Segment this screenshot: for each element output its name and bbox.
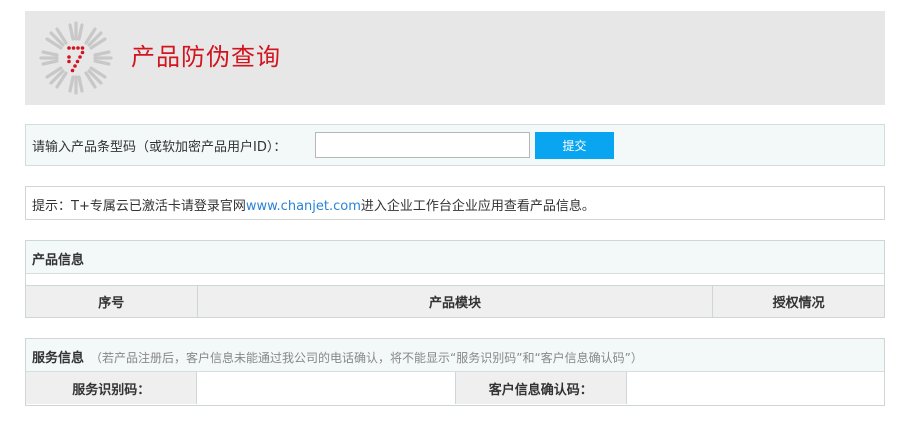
product-info-header: 产品信息 xyxy=(26,241,884,274)
service-info-panel: 服务信息 （若产品注册后，客户信息未能通过我公司的电话确认，将不能显示“服务识别码… xyxy=(25,338,885,406)
page-banner: 产品防伪查询 xyxy=(25,11,885,105)
service-info-note: （若产品注册后，客户信息未能通过我公司的电话确认，将不能显示“服务识别码”和“客… xyxy=(90,351,643,365)
product-info-empty-row xyxy=(26,274,884,286)
chanjet-logo-icon xyxy=(39,21,113,95)
notice-box: 提示：T+专属云已激活卡请登录官网www.chanjet.com进入企业工作台企… xyxy=(25,186,885,220)
service-info-title: 服务信息 （若产品注册后，客户信息未能通过我公司的电话确认，将不能显示“服务识别码… xyxy=(32,347,643,366)
barcode-input[interactable] xyxy=(315,132,530,158)
query-form: 请输入产品条型码（或软加密产品用户ID）： 提交 xyxy=(25,124,885,166)
service-info-title-text: 服务信息 xyxy=(32,351,85,366)
product-info-panel: 产品信息 序号 产品模块 授权情况 xyxy=(25,240,885,318)
submit-button[interactable]: 提交 xyxy=(535,132,614,159)
chanjet-website-link[interactable]: www.chanjet.com xyxy=(246,199,361,214)
service-code-value xyxy=(197,372,456,404)
service-code-label: 服务识别码： xyxy=(26,372,198,404)
customer-code-value xyxy=(626,372,884,404)
page-title: 产品防伪查询 xyxy=(131,43,281,71)
notice-prefix: 提示：T+专属云已激活卡请登录官网 xyxy=(32,199,246,214)
column-header-license: 授权情况 xyxy=(772,296,825,311)
notice-suffix: 进入企业工作台企业应用查看产品信息。 xyxy=(360,199,595,214)
column-header-index: 序号 xyxy=(26,286,198,317)
column-header-module: 产品模块 xyxy=(198,286,714,317)
service-info-row: 服务识别码： 客户信息确认码： xyxy=(26,372,884,404)
barcode-label: 请输入产品条型码（或软加密产品用户ID）： xyxy=(32,140,287,155)
notice-text: 提示：T+专属云已激活卡请登录官网www.chanjet.com进入企业工作台企… xyxy=(32,195,595,214)
customer-code-label: 客户信息确认码： xyxy=(455,372,627,404)
product-table-header: 序号 产品模块 授权情况 xyxy=(26,286,884,317)
product-info-title: 产品信息 xyxy=(32,253,85,268)
service-info-header: 服务信息 （若产品注册后，客户信息未能通过我公司的电话确认，将不能显示“服务识别码… xyxy=(26,339,884,372)
